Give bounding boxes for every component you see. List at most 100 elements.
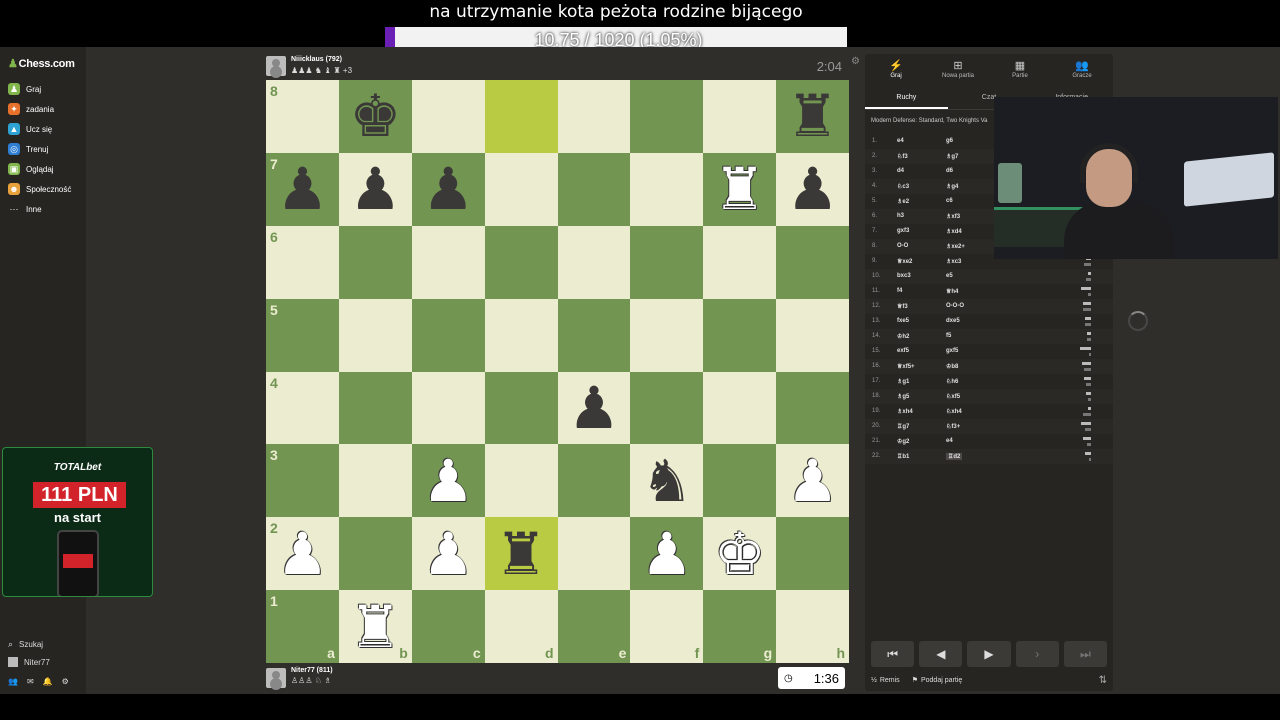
square-g2[interactable]: ♚: [703, 517, 777, 591]
black-move[interactable]: gxf5: [946, 348, 958, 354]
white-king-icon[interactable]: ♚: [714, 525, 766, 583]
last-move-button[interactable]: ⏭: [1063, 641, 1108, 667]
square-c2[interactable]: ♟: [411, 517, 485, 591]
square-b4[interactable]: [338, 371, 412, 445]
resign-button[interactable]: ⚑ Poddaj partię: [912, 676, 963, 684]
square-h1[interactable]: h: [776, 590, 849, 663]
black-move[interactable]: ♘f3+: [946, 423, 960, 430]
square-a7[interactable]: 7 ♟: [266, 152, 339, 226]
flip-board-icon[interactable]: ⇅: [1099, 675, 1107, 686]
sidebar-item-learn[interactable]: ▲ Ucz się: [8, 120, 52, 138]
chess-com-logo[interactable]: ♟Chess.com: [8, 57, 75, 70]
bottom-player-avatar[interactable]: [266, 668, 286, 688]
chess-board[interactable]: 8 ♚ ♜ 7 ♟ ♟ ♟ ♜ ♟ 6 5 4 ♟ 3 ♟ ♞ ♟ 2 ♟ ♟ ♜ ♟ ♚ 1 a b ♜ c d e f g h: [266, 80, 849, 663]
sidebar-item-more[interactable]: ··· Inne: [8, 200, 42, 218]
square-b6[interactable]: [338, 225, 412, 299]
square-c1[interactable]: c: [411, 590, 485, 663]
black-move[interactable]: ♗g7: [946, 153, 958, 160]
square-b3[interactable]: [338, 444, 412, 518]
black-move[interactable]: ♔b8: [946, 363, 958, 370]
sidebar-item-community[interactable]: ☻ Społeczność: [8, 180, 71, 198]
square-f8[interactable]: [630, 80, 704, 153]
black-move[interactable]: ♗xc3: [946, 258, 961, 265]
square-e4[interactable]: ♟: [557, 371, 631, 445]
square-e7[interactable]: [557, 152, 631, 226]
black-move[interactable]: g6: [946, 138, 953, 144]
square-f2[interactable]: ♟: [630, 517, 704, 591]
square-a5[interactable]: 5: [266, 298, 339, 372]
black-move[interactable]: ♘xf5: [946, 393, 960, 400]
square-d6[interactable]: [484, 225, 558, 299]
black-pawn-icon[interactable]: ♟: [349, 160, 401, 218]
user-link[interactable]: Niter77: [8, 657, 50, 667]
square-d2[interactable]: ♜: [484, 517, 558, 591]
square-h3[interactable]: ♟: [776, 444, 849, 518]
square-f6[interactable]: [630, 225, 704, 299]
settings-icon[interactable]: ⚙: [62, 677, 69, 686]
black-rook-icon[interactable]: ♜: [787, 87, 839, 145]
white-move[interactable]: ♕xe2: [897, 258, 912, 265]
search-link[interactable]: ⌕ Szukaj: [8, 639, 43, 650]
square-f4[interactable]: [630, 371, 704, 445]
white-move[interactable]: ♘c3: [897, 183, 909, 190]
board-settings-icon[interactable]: ⚙: [851, 56, 860, 67]
square-g5[interactable]: [703, 298, 777, 372]
square-d3[interactable]: [484, 444, 558, 518]
white-pawn-icon[interactable]: ♟: [422, 525, 474, 583]
white-move[interactable]: ♕xf5+: [897, 363, 915, 370]
white-move[interactable]: ♔g2: [897, 438, 909, 445]
square-b5[interactable]: [338, 298, 412, 372]
white-move[interactable]: e4: [897, 138, 904, 144]
square-f5[interactable]: [630, 298, 704, 372]
panel-tab-players[interactable]: 👥 Gracze: [1051, 54, 1113, 84]
black-move[interactable]: ♗g4: [946, 183, 958, 190]
square-e3[interactable]: [557, 444, 631, 518]
white-pawn-icon[interactable]: ♟: [641, 525, 693, 583]
black-rook-icon[interactable]: ♜: [495, 525, 547, 583]
square-g3[interactable]: [703, 444, 777, 518]
white-move[interactable]: h3: [897, 213, 904, 219]
black-move[interactable]: dxe5: [946, 318, 960, 324]
black-king-icon[interactable]: ♚: [349, 87, 401, 145]
white-move[interactable]: bxc3: [897, 273, 911, 279]
opening-name[interactable]: Modern Defense: Standard, Two Knights Va: [871, 118, 988, 124]
white-move[interactable]: ♘f3: [897, 153, 908, 160]
square-c6[interactable]: [411, 225, 485, 299]
square-a8[interactable]: 8: [266, 80, 339, 153]
square-d4[interactable]: [484, 371, 558, 445]
panel-tab-plus[interactable]: ⊞ Nowa partia: [927, 54, 989, 84]
black-move[interactable]: ♖d2: [946, 453, 963, 460]
square-g6[interactable]: [703, 225, 777, 299]
square-g7[interactable]: ♜: [703, 152, 777, 226]
white-pawn-icon[interactable]: ♟: [276, 525, 328, 583]
square-a6[interactable]: 6: [266, 225, 339, 299]
black-move[interactable]: e5: [946, 273, 953, 279]
white-move[interactable]: ♗xh4: [897, 408, 913, 415]
square-h4[interactable]: [776, 371, 849, 445]
sidebar-item-puzzle[interactable]: ✦ zadania: [8, 100, 54, 118]
sub-tab-0[interactable]: Ruchy: [865, 88, 948, 109]
white-pawn-icon[interactable]: ♟: [787, 452, 839, 510]
square-f3[interactable]: ♞: [630, 444, 704, 518]
notifications-icon[interactable]: 🔔: [43, 677, 53, 686]
white-move[interactable]: ♖g7: [897, 423, 909, 430]
white-rook-icon[interactable]: ♜: [349, 598, 401, 656]
square-e8[interactable]: [557, 80, 631, 153]
friends-icon[interactable]: 👥: [8, 677, 18, 686]
white-move[interactable]: ♗g1: [897, 378, 909, 385]
black-pawn-icon[interactable]: ♟: [276, 160, 328, 218]
play-button[interactable]: ▶: [967, 641, 1011, 667]
totalbet-ad[interactable]: TOTALbet 111 PLN na start: [2, 447, 153, 597]
square-f7[interactable]: [630, 152, 704, 226]
square-d7[interactable]: [484, 152, 558, 226]
white-move[interactable]: O-O: [897, 243, 908, 249]
white-move[interactable]: ♖b1: [897, 453, 909, 460]
square-a4[interactable]: 4: [266, 371, 339, 445]
square-b7[interactable]: ♟: [338, 152, 412, 226]
square-b2[interactable]: [338, 517, 412, 591]
square-e2[interactable]: [557, 517, 631, 591]
white-move[interactable]: gxf3: [897, 228, 909, 234]
square-h2[interactable]: [776, 517, 849, 591]
sidebar-item-watch[interactable]: ▣ Oglądaj: [8, 160, 54, 178]
square-c4[interactable]: [411, 371, 485, 445]
